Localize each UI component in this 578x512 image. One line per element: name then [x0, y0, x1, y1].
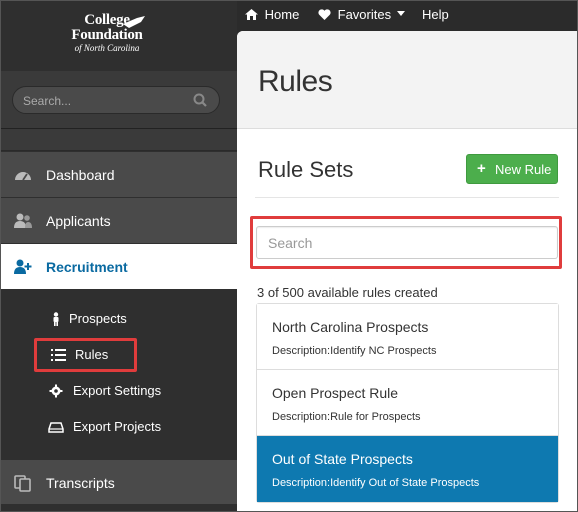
recruitment-submenu: Prospects Rules Export Settings Export P…: [1, 289, 237, 457]
nav-favorites-label: Favorites: [337, 7, 392, 22]
sidebar-item-recruitment[interactable]: Recruitment: [1, 244, 237, 290]
rule-search-input[interactable]: [256, 226, 558, 259]
rule-item-out-of-state-prospects[interactable]: Out of State Prospects Description:Ident…: [257, 436, 558, 502]
sidebar-item-applicants[interactable]: Applicants: [1, 198, 237, 244]
hdd-icon: [48, 422, 64, 433]
new-rule-button[interactable]: + New Rule: [466, 154, 558, 184]
sidebar-item-transcripts[interactable]: Transcripts: [1, 459, 237, 505]
dashboard-icon: [15, 172, 31, 181]
top-navigation: Home Favorites Help: [237, 1, 577, 31]
rule-name: North Carolina Prospects: [272, 319, 429, 335]
logo-line-3: of North Carolina: [74, 43, 140, 53]
heart-icon: [318, 9, 331, 20]
sidebar-subitem-label: Export Settings: [73, 383, 162, 398]
sidebar-subitem-label: Prospects: [69, 311, 127, 326]
sidebar-item-label: Dashboard: [46, 167, 115, 183]
section-divider: [255, 197, 559, 198]
person-icon: [53, 312, 59, 326]
rule-item-open-prospect-rule[interactable]: Open Prospect Rule Description:Rule for …: [257, 370, 558, 436]
main-panel: Rules Rule Sets + New Rule 3 of 500 avai…: [237, 31, 577, 511]
rule-name: Out of State Prospects: [272, 451, 413, 467]
copy-icon: [14, 475, 31, 492]
user-plus-icon: [14, 259, 32, 274]
logo-line-2: Foundation: [71, 27, 143, 43]
sidebar-subitem-label: Export Projects: [73, 419, 162, 434]
nav-home-label: Home: [264, 7, 300, 22]
nav-help-label: Help: [422, 7, 449, 22]
sidebar-subitem-prospects[interactable]: Prospects: [1, 304, 237, 334]
rule-list: North Carolina Prospects Description:Ide…: [256, 303, 559, 503]
home-icon: [245, 9, 258, 20]
rule-description: Description:Rule for Prospects: [272, 411, 421, 423]
sidebar-search-area: Search...: [1, 71, 237, 129]
section-title: Rule Sets: [258, 157, 354, 182]
logo[interactable]: College Foundation of North Carolina: [57, 13, 157, 57]
sidebar-search-placeholder: Search...: [23, 94, 72, 108]
new-rule-label: New Rule: [495, 162, 552, 177]
rule-description: Description:Identify Out of State Prospe…: [272, 477, 480, 489]
nav-favorites-dropdown[interactable]: Favorites: [318, 7, 405, 22]
nav-home-link[interactable]: Home: [245, 7, 299, 22]
rule-item-north-carolina-prospects[interactable]: North Carolina Prospects Description:Ide…: [257, 304, 558, 370]
sidebar-item-label: Applicants: [46, 213, 111, 229]
rule-description: Description:Identify NC Prospects: [272, 345, 437, 357]
caret-down-icon: [396, 11, 405, 16]
rules-highlight-box: [34, 338, 137, 372]
rules-count-text: 3 of 500 available rules created: [257, 285, 438, 300]
plus-icon: +: [477, 160, 486, 177]
page-header: Rules: [237, 31, 577, 129]
rule-name: Open Prospect Rule: [272, 385, 399, 401]
users-icon: [14, 213, 32, 228]
sidebar-subitem-export-projects[interactable]: Export Projects: [1, 412, 237, 442]
sidebar-item-label: Transcripts: [46, 475, 115, 491]
sidebar-item-label: Recruitment: [46, 259, 128, 275]
search-icon[interactable]: [193, 93, 207, 107]
sidebar-item-dashboard[interactable]: Dashboard: [1, 152, 237, 198]
sidebar: College Foundation of North Carolina Sea…: [1, 1, 237, 511]
app-window: College Foundation of North Carolina Sea…: [0, 0, 578, 512]
page-title: Rules: [258, 65, 333, 98]
sidebar-search-input[interactable]: Search...: [12, 86, 220, 114]
sidebar-divider: [1, 129, 237, 151]
sidebar-subitem-export-settings[interactable]: Export Settings: [1, 376, 237, 406]
nav-help-link[interactable]: Help: [422, 7, 449, 22]
gear-icon: [49, 384, 63, 398]
logo-mark-icon: [123, 16, 145, 28]
